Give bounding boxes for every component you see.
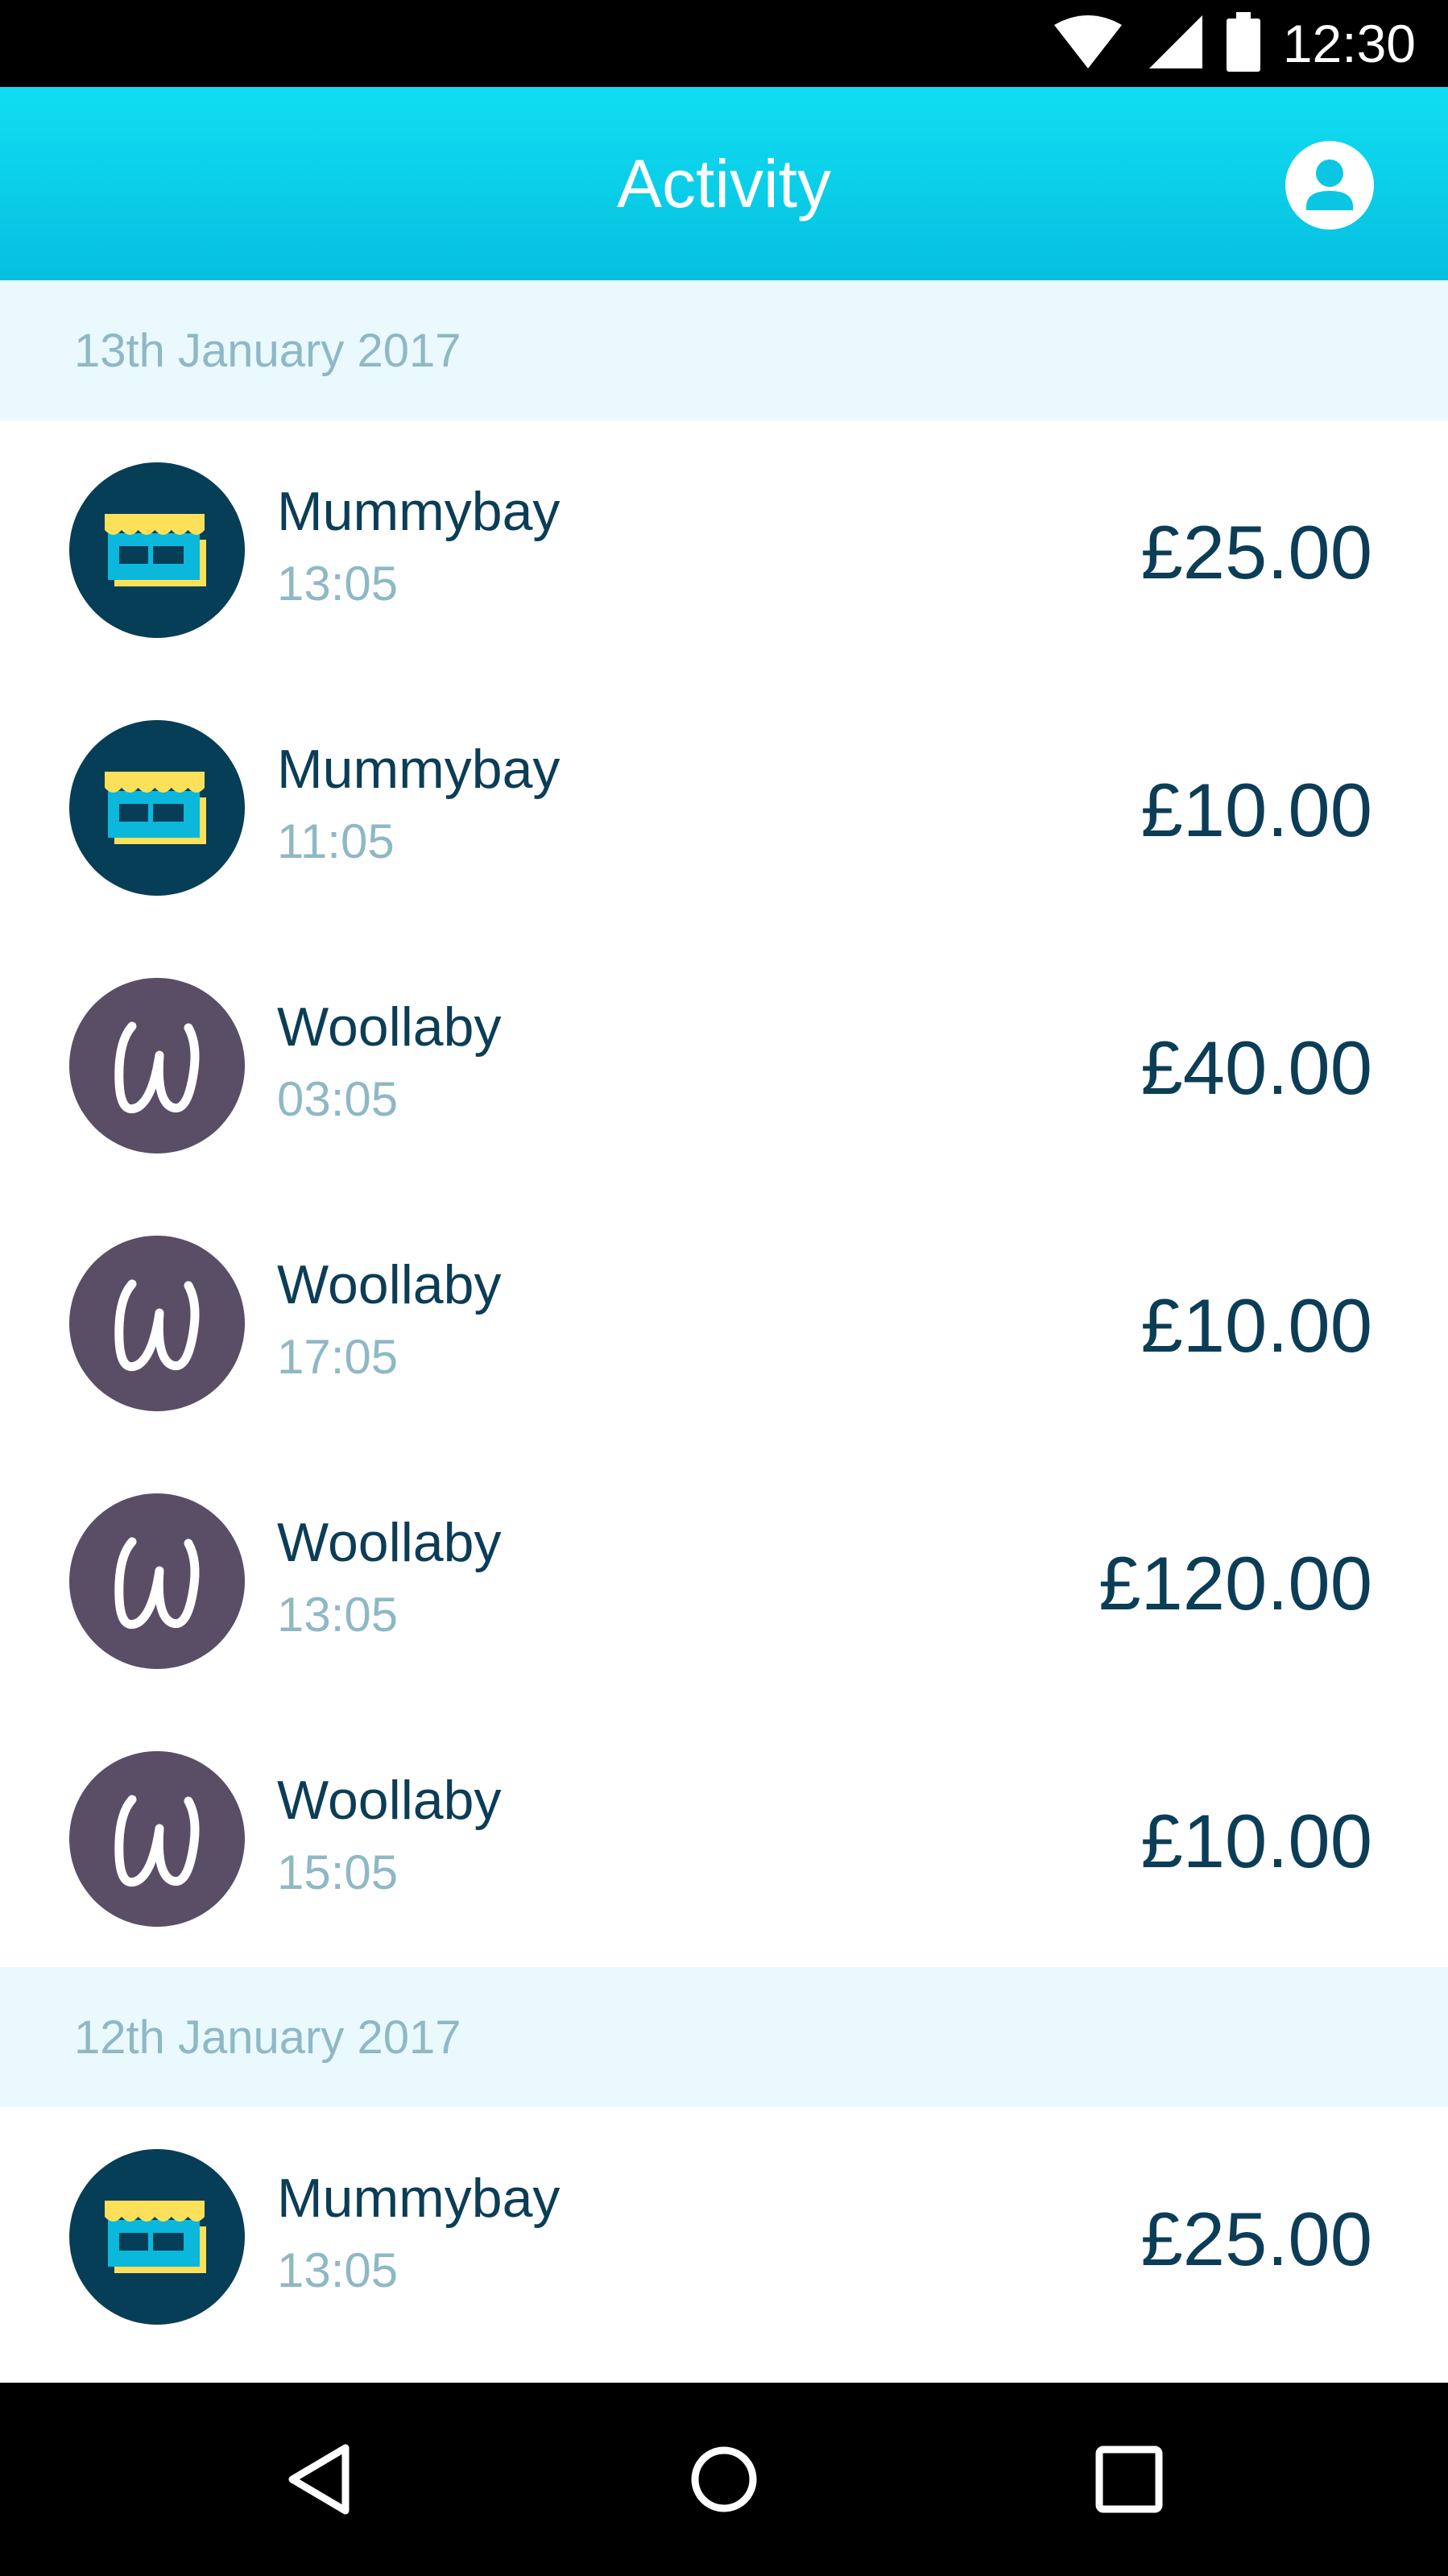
transaction-amount: £40.00 [1140, 1025, 1372, 1110]
woollaby-logo [69, 1751, 245, 1927]
battery-icon [1226, 11, 1260, 76]
woollaby-logo [69, 1493, 245, 1669]
date-header: 13th January 2017 [0, 280, 1448, 420]
shop-icon [69, 2149, 245, 2325]
account-button[interactable] [1285, 141, 1374, 230]
transaction-time: 13:05 [277, 2243, 399, 2297]
transaction-time: 03:05 [277, 1072, 399, 1126]
back-button[interactable] [272, 2431, 369, 2528]
transaction-time: 15:05 [277, 1845, 399, 1899]
merchant-name: Woollaby [277, 1512, 502, 1573]
cell-signal-icon [1146, 14, 1204, 74]
page-title: Activity [616, 146, 832, 222]
date-header: 12th January 2017 [0, 1967, 1448, 2107]
account-icon [1306, 159, 1353, 210]
wifi-icon [1053, 14, 1123, 74]
transaction-amount: £25.00 [1140, 510, 1372, 594]
transaction-amount: £120.00 [1098, 1541, 1372, 1626]
transaction-row[interactable]: Mummybay 11:05 £10.00 [0, 678, 1448, 936]
transaction-time: 13:05 [277, 1588, 399, 1642]
transaction-time: 17:05 [277, 1330, 399, 1384]
status-icons: 12:30 [1053, 11, 1416, 76]
home-button[interactable] [676, 2431, 772, 2528]
transaction-row[interactable]: Mummybay 13:05 £25.00 [0, 420, 1448, 678]
navigation-bar [0, 2383, 1448, 2576]
merchant-name: Woollaby [277, 1770, 502, 1831]
merchant-name: Woollaby [277, 996, 502, 1058]
back-icon [288, 2444, 350, 2515]
home-icon [691, 2446, 757, 2512]
activity-list[interactable]: 13th January 2017 Mummybay 13:05 £25.00 [0, 280, 1448, 2383]
transaction-row[interactable]: Woollaby 15:05 £10.00 [0, 1709, 1448, 1967]
activity-screen: 12:30 Activity 13th January 2017 Mummyba… [0, 0, 1448, 2576]
recents-icon [1095, 2446, 1163, 2513]
transaction-row[interactable]: Mummybay 13:05 £25.00 [0, 2107, 1448, 2365]
transaction-row[interactable]: Woollaby 17:05 £10.00 [0, 1194, 1448, 1452]
merchant-name: Mummybay [277, 739, 561, 800]
transaction-amount: £10.00 [1140, 768, 1372, 852]
transaction-row[interactable]: Woollaby 13:05 £120.00 [0, 1452, 1448, 1709]
woollaby-logo [69, 978, 245, 1153]
transaction-row[interactable]: Woollaby 03:05 £40.00 [0, 936, 1448, 1194]
transaction-time: 11:05 [277, 814, 395, 868]
transaction-amount: £10.00 [1140, 1799, 1372, 1883]
merchant-name: Mummybay [277, 2168, 561, 2229]
recents-button[interactable] [1081, 2431, 1177, 2528]
status-bar: 12:30 [0, 0, 1448, 87]
app-bar: Activity [0, 87, 1448, 280]
transaction-amount: £10.00 [1140, 1283, 1372, 1368]
transaction-time: 13:05 [277, 557, 399, 611]
transaction-amount: £25.00 [1140, 2197, 1372, 2281]
woollaby-logo [69, 1236, 245, 1411]
shop-icon [69, 720, 245, 896]
merchant-name: Woollaby [277, 1254, 502, 1315]
merchant-name: Mummybay [277, 481, 561, 542]
shop-icon [69, 462, 245, 638]
status-time: 12:30 [1282, 14, 1416, 73]
